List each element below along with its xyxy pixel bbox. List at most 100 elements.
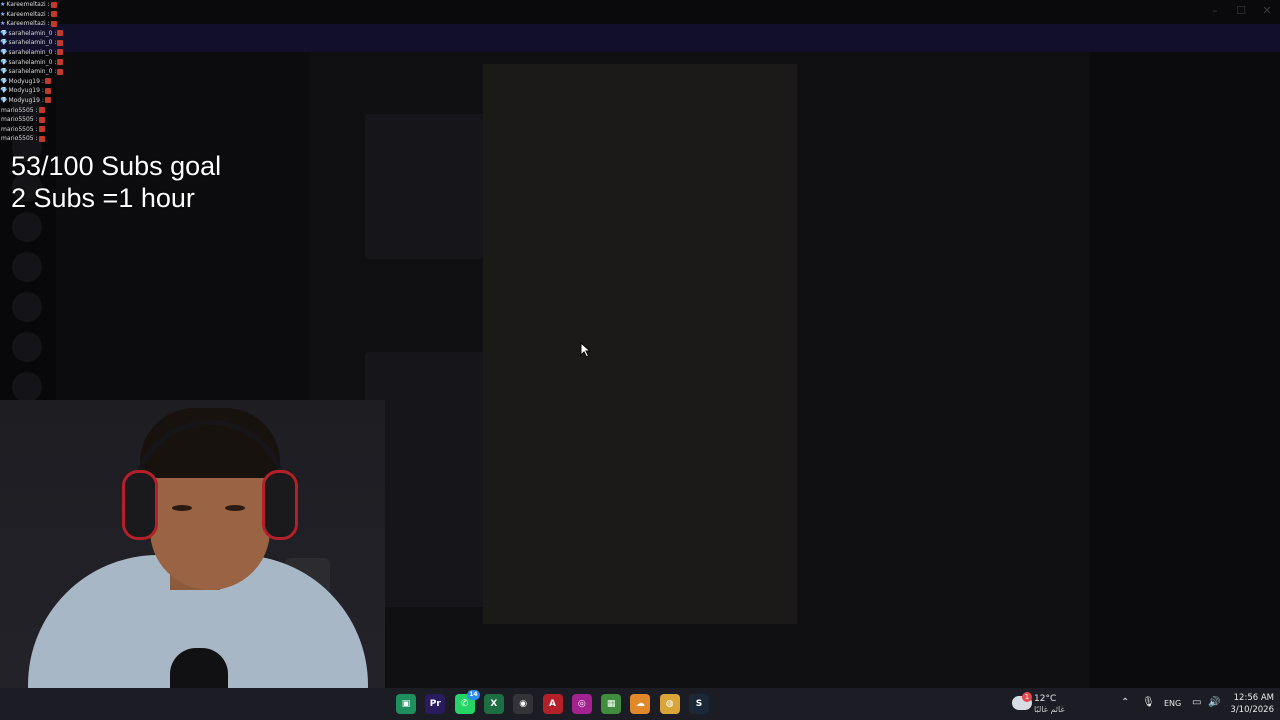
stream-chat-line: 💎sarahelamin_0 : — [0, 67, 70, 77]
weather-widget[interactable]: 1 12°C غائم غالبًا — [1012, 692, 1092, 716]
emote-icon — [57, 59, 64, 66]
chat-separator: : — [52, 68, 57, 76]
badge-icon: 💎 — [0, 58, 8, 66]
clock-time: 12:56 AM — [1233, 693, 1274, 703]
chat-username: Modyug19 — [8, 77, 40, 85]
emote-icon — [38, 116, 45, 123]
notice-banner — [0, 24, 1280, 52]
taskbar-icon-glyph: ◍ — [665, 699, 674, 709]
taskbar-icon-glyph: S — [695, 699, 703, 709]
excel-icon[interactable]: X — [483, 694, 504, 714]
screen: – ☐ ✕ ★Kareemeltazi : ★Kareemeltazi : ★Kar… — [0, 0, 1280, 720]
maximize-icon[interactable]: ☐ — [1234, 4, 1248, 18]
chat-username: sarahelamin_0 — [8, 68, 53, 76]
taskbar-icon-glyph: ✆ — [460, 699, 469, 709]
chat-separator: : — [45, 20, 50, 28]
emote-icon — [57, 68, 64, 75]
badge-icon: ★ — [0, 20, 6, 28]
server-icon[interactable] — [12, 372, 42, 402]
subs-rate-text: 2 Subs =1 hour — [11, 183, 195, 213]
chat-separator: : — [52, 48, 57, 56]
chat-username: sarahelamin_0 — [8, 48, 53, 56]
emote-icon — [38, 135, 45, 142]
stream-chat-line: 💎sarahelamin_0 : — [0, 38, 70, 48]
taskbar-icon-glyph: ◎ — [577, 699, 586, 709]
stream-chat-line: 💎Modyug19 : — [0, 96, 70, 106]
stream-chat-line: 💎Modyug19 : — [0, 86, 70, 96]
stream-chat-line: mario5505 : — [0, 134, 70, 144]
stream-chat-line: ★Kareemeltazi : — [0, 19, 70, 29]
chat-username: sarahelamin_0 — [8, 39, 53, 47]
chat-separator: : — [33, 125, 38, 133]
chat-username: Kareemeltazi — [6, 1, 46, 8]
chat-separator: : — [33, 135, 38, 143]
badge-icon: ★ — [0, 1, 6, 8]
minecraft-icon[interactable]: ▦ — [601, 694, 622, 714]
server-icon[interactable] — [12, 292, 42, 322]
system-clock[interactable]: 12:56 AM 3/10/2026 — [1228, 692, 1274, 716]
taskbar: ▣ Pr ✆ 14 X ◉ A ◎ ▦ ☁ ◍ S 1 12°C غائم غالبًا ⌃ 🎙 EN… — [0, 688, 1280, 720]
stream-chat-line: 💎sarahelamin_0 : — [0, 58, 70, 68]
chat-separator: : — [52, 29, 57, 37]
chat-username: Kareemeltazi — [6, 10, 46, 18]
chevron-up-icon[interactable]: ⌃ — [1121, 697, 1129, 708]
chat-username: sarahelamin_0 — [8, 58, 53, 66]
emote-icon — [57, 39, 64, 46]
chat-separator: : — [45, 10, 50, 18]
emote-icon — [38, 107, 45, 114]
stream-chat-line: mario5505 : — [0, 115, 70, 125]
emote-icon — [50, 20, 57, 27]
weather-temp: 12°C — [1034, 694, 1057, 704]
badge-icon: 💎 — [0, 68, 8, 76]
chat-separator: : — [39, 96, 44, 104]
taskbar-icon-glyph: ☁ — [635, 699, 645, 709]
chat-username: Kareemeltazi — [6, 20, 46, 28]
emote-icon — [38, 126, 45, 133]
obs-icon[interactable]: ◉ — [513, 694, 534, 714]
chat-separator: : — [39, 77, 44, 85]
chat-username: Modyug19 — [8, 87, 40, 95]
microphone-tray-icon[interactable]: 🎙 — [1142, 697, 1155, 708]
chat-username: sarahelamin_0 — [8, 29, 53, 37]
weather-condition: غائم غالبًا — [1034, 705, 1065, 714]
server-icon[interactable] — [12, 252, 42, 282]
app-icon[interactable]: ▣ — [396, 694, 416, 714]
member-list — [1090, 52, 1280, 688]
stream-chat-line: 💎Modyug19 : — [0, 77, 70, 87]
headphone-right-icon — [262, 470, 298, 540]
left-eye — [172, 505, 192, 511]
chrome-icon[interactable]: ◍ — [659, 694, 680, 714]
chat-username: mario5505 — [1, 125, 34, 133]
volume-icon[interactable]: 🔊 — [1208, 697, 1220, 708]
taskbar-icon-glyph: A — [549, 699, 556, 709]
emote-icon — [57, 30, 64, 37]
whatsapp-icon[interactable]: ✆ 14 — [454, 690, 480, 714]
acrobat-icon[interactable]: A — [542, 694, 563, 714]
minimize-icon[interactable]: – — [1208, 4, 1222, 18]
chat-separator: : — [52, 58, 57, 66]
stream-chat-line: ★Kareemeltazi : — [0, 0, 70, 10]
premiere-icon[interactable]: Pr — [425, 694, 446, 714]
chat-separator: : — [33, 106, 38, 114]
taskbar-icon-glyph: ▦ — [606, 699, 616, 709]
media-viewer[interactable] — [483, 64, 797, 624]
server-icon[interactable] — [12, 332, 42, 362]
language-indicator[interactable]: ENG — [1164, 699, 1181, 708]
stream-chat-overlay: ★Kareemeltazi : ★Kareemeltazi : ★Kareemelt… — [0, 0, 70, 150]
emote-icon — [50, 11, 57, 18]
emote-icon — [50, 1, 57, 8]
chat-separator: : — [45, 1, 50, 8]
close-icon[interactable]: ✕ — [1260, 4, 1274, 18]
server-icon[interactable] — [12, 212, 42, 242]
subs-goal-overlay: 53/100 Subs goal 2 Subs =1 hour — [11, 150, 251, 214]
chat-separator: : — [39, 87, 44, 95]
pink-app-icon[interactable]: ◎ — [571, 694, 592, 714]
network-icon[interactable]: ▭ — [1192, 697, 1201, 708]
taskbar-icon-glyph: ▣ — [401, 699, 411, 709]
chat-username: Modyug19 — [8, 96, 40, 104]
steam-icon[interactable]: S — [689, 694, 709, 714]
cloud-app-icon[interactable]: ☁ — [630, 694, 651, 714]
emote-icon — [44, 97, 51, 104]
badge-icon: 💎 — [0, 48, 8, 56]
chat-username: mario5505 — [1, 135, 34, 143]
